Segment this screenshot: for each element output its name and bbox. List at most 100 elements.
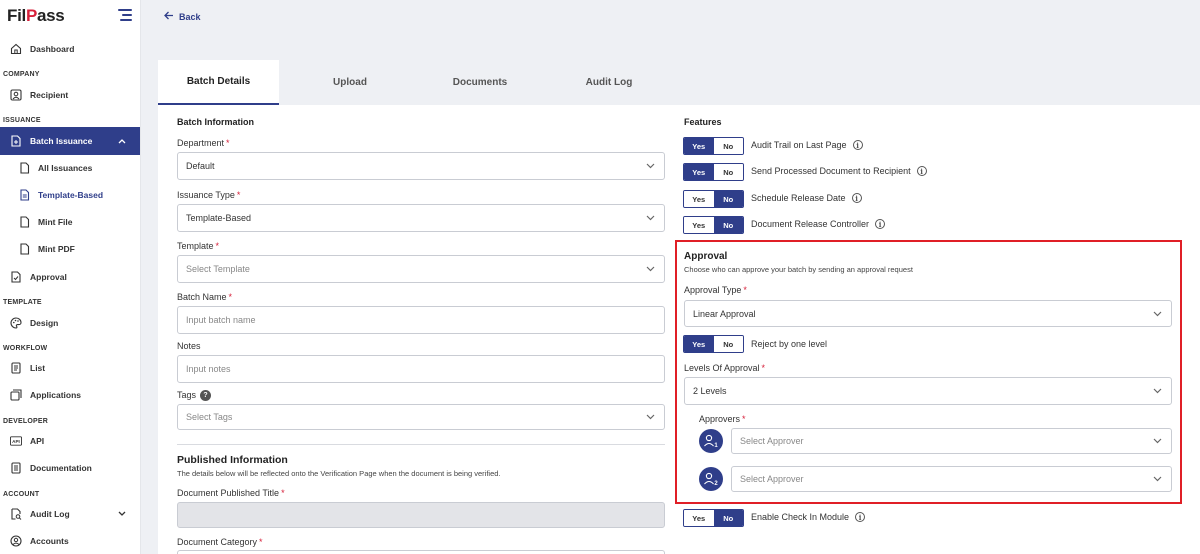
approval-type-select[interactable]: Linear Approval bbox=[684, 300, 1172, 327]
stack-icon bbox=[10, 389, 22, 401]
toggle-yes[interactable]: Yes bbox=[684, 510, 714, 526]
reject-by-one-level-toggle[interactable]: Yes No bbox=[683, 335, 744, 353]
toggle-no[interactable]: No bbox=[713, 510, 743, 526]
notes-placeholder: Input notes bbox=[186, 364, 231, 374]
section-label-template: TEMPLATE bbox=[3, 299, 42, 306]
file-search-icon bbox=[10, 508, 22, 520]
send-processed-toggle[interactable]: Yes No bbox=[683, 163, 744, 181]
sidebar-item-approval[interactable]: Approval bbox=[0, 265, 140, 289]
section-label-company: COMPANY bbox=[3, 71, 40, 78]
tags-select[interactable]: Select Tags bbox=[177, 404, 665, 430]
tab-audit-log[interactable]: Audit Log bbox=[539, 60, 679, 105]
user-card-icon bbox=[10, 89, 22, 101]
toggle-yes[interactable]: Yes bbox=[684, 217, 714, 233]
levels-of-approval-label: Levels Of Approval * bbox=[684, 363, 766, 373]
approver-1-avatar: 1 bbox=[699, 429, 723, 453]
sidebar-item-template-based[interactable]: Template-Based bbox=[0, 183, 140, 207]
toggle-no[interactable]: No bbox=[713, 217, 743, 233]
chevron-down-icon bbox=[646, 264, 655, 274]
info-icon[interactable]: i bbox=[852, 140, 863, 150]
approver-2-select[interactable]: Select Approver bbox=[731, 466, 1172, 492]
sidebar-item-list[interactable]: List bbox=[0, 356, 140, 380]
issuance-type-select[interactable]: Template-Based bbox=[177, 204, 665, 232]
levels-of-approval-select[interactable]: 2 Levels bbox=[684, 377, 1172, 405]
file-check-icon bbox=[10, 271, 22, 283]
schedule-release-toggle[interactable]: Yes No bbox=[683, 190, 744, 208]
approvers-label: Approvers * bbox=[699, 414, 746, 424]
tab-documents[interactable]: Documents bbox=[421, 60, 539, 105]
toggle-yes[interactable]: Yes bbox=[684, 191, 714, 207]
help-icon[interactable]: ? bbox=[200, 390, 212, 402]
sidebar-item-documentation[interactable]: Documentation bbox=[0, 456, 140, 480]
sidebar-item-audit-log[interactable]: Audit Log bbox=[0, 502, 140, 526]
sidebar-item-applications[interactable]: Applications bbox=[0, 383, 140, 407]
sidebar-item-design[interactable]: Design bbox=[0, 311, 140, 335]
sidebar-item-all-issuances[interactable]: All Issuances bbox=[0, 156, 140, 180]
document-icon bbox=[10, 462, 22, 474]
reject-by-one-level-label: Reject by one level bbox=[751, 339, 828, 349]
release-controller-toggle[interactable]: Yes No bbox=[683, 216, 744, 234]
arrow-left-icon bbox=[164, 11, 174, 22]
issuance-type-label: Issuance Type * bbox=[177, 190, 241, 200]
toggle-no[interactable]: No bbox=[713, 191, 743, 207]
check-in-module-toggle[interactable]: Yes No bbox=[683, 509, 744, 527]
batch-information-title: Batch Information bbox=[177, 117, 255, 127]
approval-type-value: Linear Approval bbox=[693, 308, 756, 319]
sidebar-item-dashboard[interactable]: Dashboard bbox=[0, 37, 140, 61]
tab-batch-details[interactable]: Batch Details bbox=[158, 60, 279, 105]
back-link[interactable]: Back bbox=[164, 11, 201, 22]
chevron-down-icon bbox=[118, 509, 126, 519]
toggle-yes[interactable]: Yes bbox=[684, 138, 714, 154]
audit-trail-toggle[interactable]: Yes No bbox=[683, 137, 744, 155]
document-category-select[interactable] bbox=[177, 550, 665, 554]
sidebar: FilPass Dashboard COMPANY Recipient ISSU… bbox=[0, 0, 141, 554]
info-icon[interactable]: i bbox=[875, 219, 886, 229]
back-label: Back bbox=[179, 11, 201, 22]
sidebar-item-label: Batch Issuance bbox=[30, 136, 93, 146]
approval-type-label: Approval Type * bbox=[684, 285, 747, 295]
api-icon: API bbox=[10, 435, 22, 447]
chevron-down-icon bbox=[1153, 309, 1162, 319]
published-information-title: Published Information bbox=[177, 454, 288, 466]
brand-logo[interactable]: FilPass bbox=[7, 6, 65, 26]
sidebar-item-label: Template-Based bbox=[38, 190, 104, 200]
sidebar-item-label: All Issuances bbox=[38, 163, 93, 173]
svg-text:API: API bbox=[12, 439, 20, 444]
sidebar-item-label: API bbox=[30, 436, 45, 446]
levels-of-approval-value: 2 Levels bbox=[693, 386, 727, 396]
sidebar-item-recipient[interactable]: Recipient bbox=[0, 83, 140, 107]
sidebar-item-batch-issuance[interactable]: Batch Issuance bbox=[0, 127, 140, 155]
sidebar-item-api[interactable]: API API bbox=[0, 429, 140, 453]
batch-name-input[interactable]: Input batch name bbox=[177, 306, 665, 334]
toggle-no[interactable]: No bbox=[713, 336, 743, 352]
toggle-no[interactable]: No bbox=[713, 164, 743, 180]
info-icon[interactable]: i bbox=[851, 193, 862, 203]
brand-text-accent: P bbox=[25, 6, 37, 25]
approver-1-select[interactable]: Select Approver bbox=[731, 428, 1172, 454]
document-published-title-input[interactable] bbox=[177, 502, 665, 528]
toggle-yes[interactable]: Yes bbox=[684, 164, 714, 180]
published-information-description: The details below will be reflected onto… bbox=[177, 469, 501, 478]
document-published-title-label: Document Published Title * bbox=[177, 488, 285, 498]
chevron-up-icon bbox=[118, 136, 126, 146]
file-text-icon bbox=[18, 189, 30, 201]
sidebar-item-label: Mint File bbox=[38, 217, 73, 227]
sidebar-item-accounts[interactable]: Accounts bbox=[0, 529, 140, 553]
chevron-down-icon bbox=[646, 213, 655, 223]
menu-toggle-icon[interactable] bbox=[118, 9, 132, 21]
chevron-down-icon bbox=[1153, 436, 1162, 446]
department-select[interactable]: Default bbox=[177, 152, 665, 180]
toggle-yes[interactable]: Yes bbox=[684, 336, 714, 352]
info-icon[interactable]: i bbox=[855, 512, 866, 522]
info-icon[interactable]: i bbox=[916, 166, 927, 176]
toggle-no[interactable]: No bbox=[713, 138, 743, 154]
section-label-account: ACCOUNT bbox=[3, 491, 40, 498]
svg-text:1: 1 bbox=[714, 443, 718, 448]
template-select[interactable]: Select Template bbox=[177, 255, 665, 283]
section-label-developer: DEVELOPER bbox=[3, 418, 48, 425]
department-label: Department * bbox=[177, 138, 230, 148]
notes-input[interactable]: Input notes bbox=[177, 355, 665, 383]
sidebar-item-mint-pdf[interactable]: Mint PDF bbox=[0, 237, 140, 261]
sidebar-item-mint-file[interactable]: Mint File bbox=[0, 210, 140, 234]
tab-upload[interactable]: Upload bbox=[279, 60, 421, 105]
